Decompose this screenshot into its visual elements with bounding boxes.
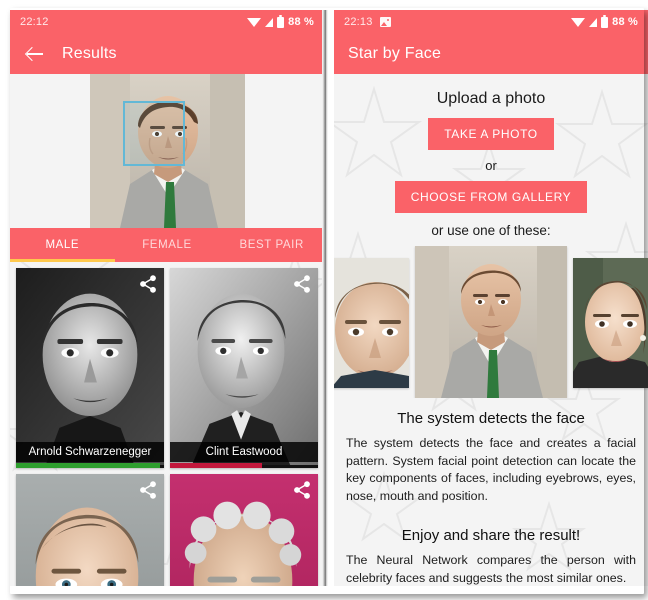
celebrity-name: Clint Eastwood <box>170 442 318 462</box>
screenshot-root: 22:12 88 % Results MALE FEMALE BEST PAIR… <box>0 0 648 600</box>
app-title: Star by Face <box>348 45 442 62</box>
sample-photo-3[interactable] <box>573 258 648 388</box>
share-icon[interactable] <box>292 480 312 500</box>
signal-icon <box>265 17 274 27</box>
detected-face-photo[interactable] <box>89 74 245 228</box>
choose-from-gallery-button[interactable]: CHOOSE FROM GALLERY <box>394 181 588 213</box>
tab-active-indicator <box>10 259 115 262</box>
battery-percent-label: 88 % <box>288 16 314 28</box>
share-icon[interactable] <box>138 480 158 500</box>
wifi-icon <box>247 17 262 27</box>
section-heading-2: Enjoy and share the result! <box>401 527 581 545</box>
right-app-bar: Star by Face <box>334 34 648 74</box>
hero-photo-area <box>10 74 324 228</box>
result-card[interactable]: Clint Eastwood <box>170 268 318 468</box>
battery-icon <box>277 14 285 28</box>
right-phone-screen: 22:13 88 % Star by Face Upload a photo T… <box>334 10 648 586</box>
sample-photos-row <box>334 246 648 398</box>
face-detection-box <box>122 101 185 166</box>
or-label: or <box>485 158 497 173</box>
left-app-bar: Results <box>10 34 324 74</box>
upload-heading: Upload a photo <box>436 90 546 107</box>
section-body-2: The Neural Network compares the person w… <box>346 553 636 586</box>
right-status-bar: 22:13 88 % <box>334 10 648 34</box>
celebrity-photo <box>16 268 164 466</box>
tab-male[interactable]: MALE <box>10 228 115 262</box>
result-card[interactable]: Arnold Schwarzenegger <box>16 268 164 468</box>
share-icon[interactable] <box>292 274 312 294</box>
sample-photo-2[interactable] <box>415 246 567 398</box>
panel-divider <box>322 10 328 586</box>
results-tab-bar: MALE FEMALE BEST PAIR <box>10 228 324 262</box>
take-a-photo-button[interactable]: TAKE A PHOTO <box>428 118 554 150</box>
section-heading-1: The system detects the face <box>397 410 585 427</box>
left-status-bar: 22:12 88 % <box>10 10 324 34</box>
celebrity-results-grid: Arnold Schwarzenegger Clint Eastwood <box>10 262 324 586</box>
page-title: Results <box>62 45 117 62</box>
wifi-icon <box>571 17 586 27</box>
match-meter <box>16 463 160 468</box>
left-content: MALE FEMALE BEST PAIR Arnold Schwarzeneg… <box>10 74 324 586</box>
celebrity-name: Arnold Schwarzenegger <box>16 442 164 462</box>
battery-icon <box>601 14 609 28</box>
result-card[interactable] <box>170 474 318 586</box>
section-body-1: The system detects the face and creates … <box>346 436 636 503</box>
signal-icon <box>589 17 598 27</box>
status-clock: 22:13 <box>344 16 373 28</box>
result-card[interactable] <box>16 474 164 586</box>
right-content: Upload a photo TAKE A PHOTO or CHOOSE FR… <box>334 74 648 586</box>
left-phone-screen: 22:12 88 % Results MALE FEMALE BEST PAIR… <box>10 10 324 586</box>
celebrity-photo <box>170 268 318 466</box>
sample-photo-1[interactable] <box>334 258 409 388</box>
back-arrow-icon[interactable] <box>24 43 46 65</box>
match-meter <box>170 463 262 468</box>
status-clock: 22:12 <box>20 16 49 28</box>
photo-icon <box>379 17 391 27</box>
tab-female[interactable]: FEMALE <box>115 228 220 262</box>
share-icon[interactable] <box>138 274 158 294</box>
samples-label: or use one of these: <box>431 223 551 238</box>
battery-percent-label: 88 % <box>612 16 638 28</box>
tab-best-pair[interactable]: BEST PAIR <box>219 228 324 262</box>
